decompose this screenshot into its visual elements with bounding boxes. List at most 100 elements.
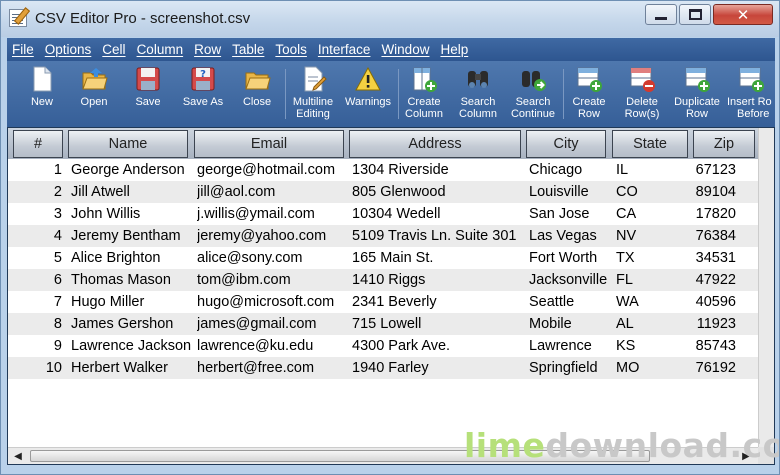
cell-name[interactable]: Hugo Miller: [71, 291, 193, 313]
title-bar[interactable]: CSV Editor Pro - screenshot.csv ✕: [1, 1, 779, 37]
table-row[interactable]: 1 George Anderson george@hotmail.com 1304 R…: [8, 159, 774, 181]
cell-zip[interactable]: 76384: [694, 225, 736, 247]
vertical-scrollbar[interactable]: [758, 128, 774, 447]
cell-address[interactable]: 4300 Park Ave.: [352, 335, 524, 357]
cell-city[interactable]: Mobile: [529, 313, 611, 335]
table-row[interactable]: 8 James Gershon james@gmail.com 715 Lowell M…: [8, 313, 774, 335]
cell-name[interactable]: Jill Atwell: [71, 181, 193, 203]
cell-zip[interactable]: 17820: [694, 203, 736, 225]
cell-zip[interactable]: 89104: [694, 181, 736, 203]
cell-address[interactable]: 715 Lowell: [352, 313, 524, 335]
create-column-button[interactable]: Create Column: [401, 65, 447, 125]
cell-email[interactable]: james@gmail.com: [197, 313, 347, 335]
cell-name[interactable]: Lawrence Jackson: [71, 335, 193, 357]
column-header-city[interactable]: City: [526, 130, 606, 158]
column-header-state[interactable]: State: [612, 130, 688, 158]
cell-state[interactable]: TX: [616, 247, 692, 269]
cell-email[interactable]: j.willis@ymail.com: [197, 203, 347, 225]
cell-zip[interactable]: 67123: [694, 159, 736, 181]
menu-table[interactable]: Table: [227, 42, 270, 57]
cell-zip[interactable]: 47922: [694, 269, 736, 291]
cell-index[interactable]: 1: [14, 159, 62, 181]
cell-city[interactable]: Louisville: [529, 181, 611, 203]
cell-index[interactable]: 9: [14, 335, 62, 357]
cell-index[interactable]: 3: [14, 203, 62, 225]
cell-city[interactable]: Fort Worth: [529, 247, 611, 269]
table-row[interactable]: 5 Alice Brighton alice@sony.com 165 Main St…: [8, 247, 774, 269]
new-button[interactable]: New: [21, 65, 63, 125]
cell-index[interactable]: 8: [14, 313, 62, 335]
menu-cell[interactable]: Cell: [97, 42, 131, 57]
cell-zip[interactable]: 34531: [694, 247, 736, 269]
column-header-name[interactable]: Name: [68, 130, 188, 158]
cell-address[interactable]: 10304 Wedell: [352, 203, 524, 225]
cell-state[interactable]: WA: [616, 291, 692, 313]
cell-address[interactable]: 1410 Riggs: [352, 269, 524, 291]
column-header-zip[interactable]: Zip: [693, 130, 755, 158]
table-row[interactable]: 9 Lawrence Jackson lawrence@ku.edu 4300 Par…: [8, 335, 774, 357]
search-continue-button[interactable]: Search Continue: [507, 65, 559, 125]
close-button[interactable]: Close: [235, 65, 279, 125]
cell-email[interactable]: hugo@microsoft.com: [197, 291, 347, 313]
insert-row-before-button[interactable]: Insert Ro Before: [727, 65, 775, 125]
open-button[interactable]: Open: [73, 65, 115, 125]
cell-email[interactable]: george@hotmail.com: [197, 159, 347, 181]
menu-tools[interactable]: Tools: [270, 42, 313, 57]
cell-email[interactable]: jill@aol.com: [197, 181, 347, 203]
cell-address[interactable]: 805 Glenwood: [352, 181, 524, 203]
cell-state[interactable]: AL: [616, 313, 692, 335]
table-row[interactable]: 3 John Willis j.willis@ymail.com 10304 Wede…: [8, 203, 774, 225]
table-row[interactable]: 2 Jill Atwell jill@aol.com 805 Glenwood Loui…: [8, 181, 774, 203]
search-column-button[interactable]: Search Column: [455, 65, 501, 125]
cell-state[interactable]: FL: [616, 269, 692, 291]
menu-file[interactable]: File: [7, 42, 40, 57]
cell-index[interactable]: 4: [14, 225, 62, 247]
duplicate-row-button[interactable]: Duplicate Row: [671, 65, 723, 125]
column-header-email[interactable]: Email: [194, 130, 344, 158]
scroll-left-arrow-icon[interactable]: ◀: [10, 448, 26, 464]
cell-index[interactable]: 5: [14, 247, 62, 269]
cell-city[interactable]: San Jose: [529, 203, 611, 225]
cell-index[interactable]: 7: [14, 291, 62, 313]
cell-state[interactable]: KS: [616, 335, 692, 357]
cell-zip[interactable]: 11923: [694, 313, 736, 335]
cell-zip[interactable]: 76192: [694, 357, 736, 379]
cell-state[interactable]: CO: [616, 181, 692, 203]
cell-email[interactable]: jeremy@yahoo.com: [197, 225, 347, 247]
cell-city[interactable]: Chicago: [529, 159, 611, 181]
warnings-button[interactable]: Warnings: [342, 65, 394, 125]
multiline-editing-button[interactable]: Multiline Editing: [288, 65, 338, 125]
menu-window[interactable]: Window: [376, 42, 435, 57]
cell-zip[interactable]: 85743: [694, 335, 736, 357]
table-row[interactable]: 6 Thomas Mason tom@ibm.com 1410 Riggs Jackso…: [8, 269, 774, 291]
cell-city[interactable]: Springfield: [529, 357, 611, 379]
cell-index[interactable]: 10: [14, 357, 62, 379]
save-as-button[interactable]: ? Save As: [179, 65, 227, 125]
cell-email[interactable]: alice@sony.com: [197, 247, 347, 269]
menu-row[interactable]: Row: [189, 42, 227, 57]
csv-grid[interactable]: # Name Email Address City State Zip 1 Geo…: [7, 127, 775, 465]
cell-name[interactable]: Herbert Walker: [71, 357, 193, 379]
table-row[interactable]: 7 Hugo Miller hugo@microsoft.com 2341 Bever…: [8, 291, 774, 313]
menu-help[interactable]: Help: [435, 42, 474, 57]
table-row[interactable]: 10 Herbert Walker herbert@free.com 1940 Far…: [8, 357, 774, 379]
cell-email[interactable]: tom@ibm.com: [197, 269, 347, 291]
cell-email[interactable]: lawrence@ku.edu: [197, 335, 347, 357]
minimize-button[interactable]: [645, 4, 677, 25]
create-row-button[interactable]: Create Row: [567, 65, 611, 125]
cell-address[interactable]: 165 Main St.: [352, 247, 524, 269]
cell-name[interactable]: Jeremy Bentham: [71, 225, 193, 247]
cell-index[interactable]: 6: [14, 269, 62, 291]
cell-state[interactable]: IL: [616, 159, 692, 181]
cell-address[interactable]: 1940 Farley: [352, 357, 524, 379]
cell-state[interactable]: MO: [616, 357, 692, 379]
cell-city[interactable]: Las Vegas: [529, 225, 611, 247]
cell-email[interactable]: herbert@free.com: [197, 357, 347, 379]
menu-options[interactable]: Options: [40, 42, 98, 57]
delete-rows-button[interactable]: Delete Row(s): [619, 65, 665, 125]
cell-state[interactable]: CA: [616, 203, 692, 225]
cell-address[interactable]: 2341 Beverly: [352, 291, 524, 313]
cell-index[interactable]: 2: [14, 181, 62, 203]
menu-interface[interactable]: Interface: [313, 42, 377, 57]
cell-city[interactable]: Lawrence: [529, 335, 611, 357]
